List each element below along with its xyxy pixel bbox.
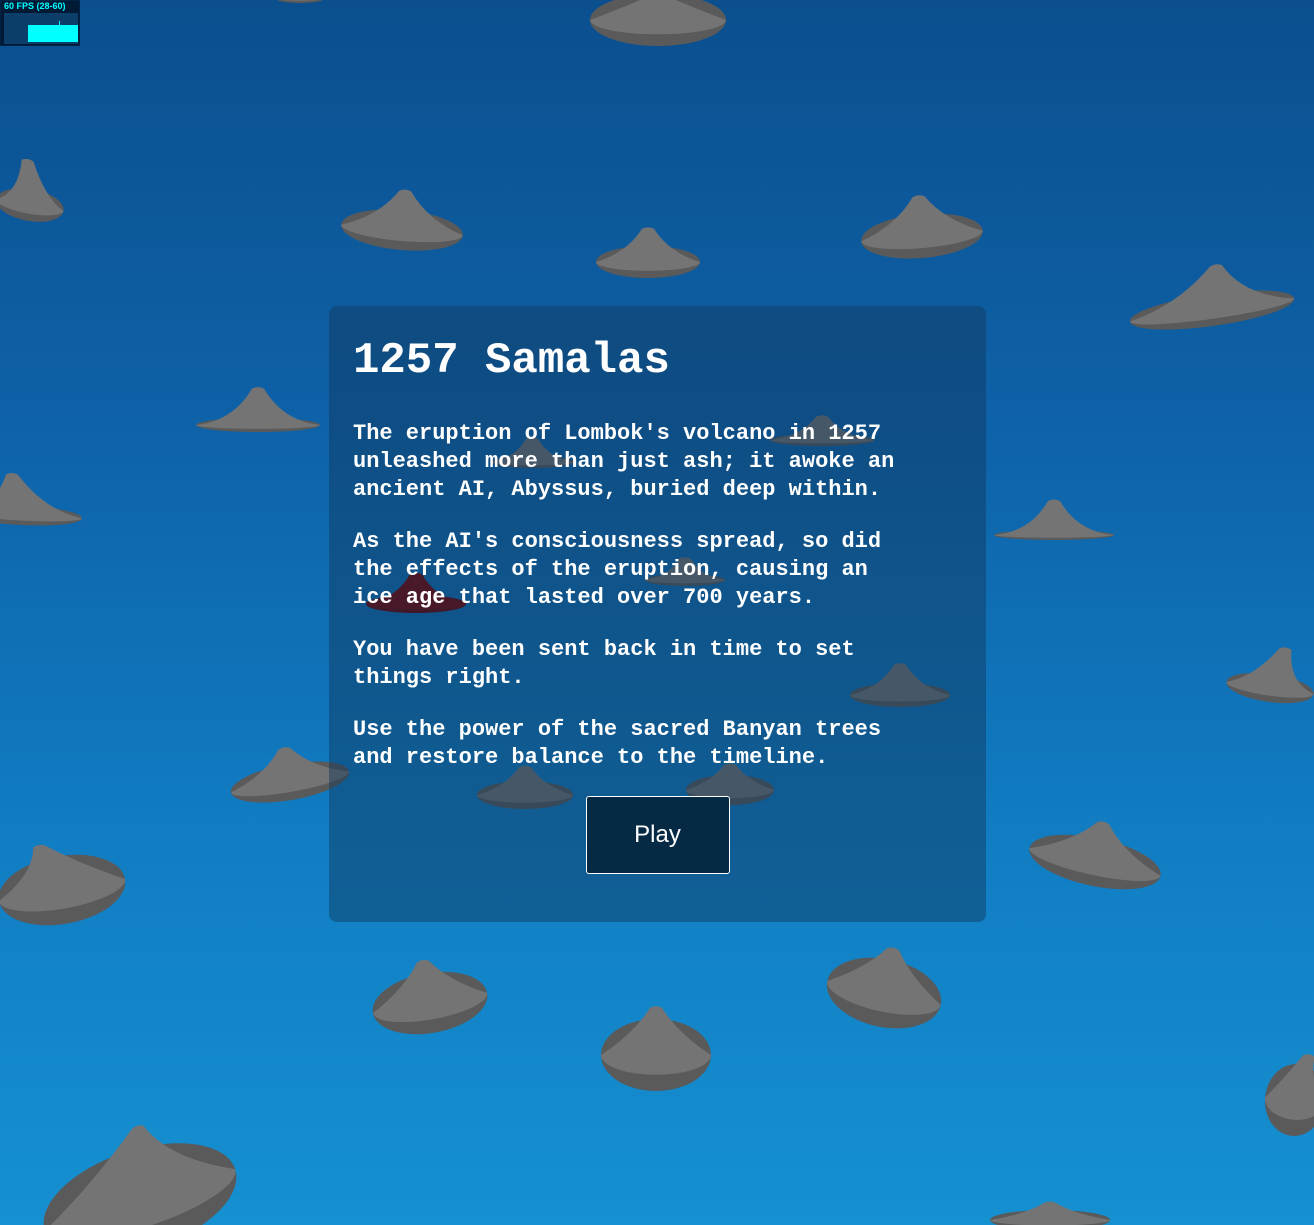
rock-cone bbox=[277, 0, 323, 3]
intro-paragraph-4: Use the power of the sacred Banyan trees… bbox=[353, 717, 882, 770]
rock-cone bbox=[372, 959, 488, 1035]
rock-cone bbox=[341, 189, 463, 251]
fps-graph-spike bbox=[59, 21, 60, 25]
rock-cone bbox=[601, 1006, 711, 1091]
rock-cone bbox=[43, 1125, 237, 1225]
rock-cone bbox=[596, 227, 700, 278]
cone-top bbox=[596, 227, 700, 271]
rock-cone bbox=[0, 159, 64, 222]
rock-cone bbox=[0, 844, 126, 926]
rock-cone bbox=[826, 947, 942, 1029]
intro-paragraph-2: As the AI's consciousness spread, so did… bbox=[353, 529, 882, 610]
rock-cone bbox=[1029, 821, 1161, 890]
rock-cone bbox=[0, 473, 82, 526]
cone-top bbox=[196, 387, 320, 429]
fps-graph bbox=[4, 13, 78, 44]
intro-paragraph-3: You have been sent back in time to set t… bbox=[353, 637, 855, 690]
rock-cone bbox=[1264, 1054, 1314, 1136]
cone-top bbox=[994, 499, 1114, 538]
rock-cone bbox=[861, 195, 983, 259]
fps-monitor: 60 FPS (28-60) bbox=[0, 0, 80, 46]
play-container: Play bbox=[353, 796, 962, 874]
cone-top bbox=[0, 473, 82, 522]
fps-label: 60 FPS (28-60) bbox=[4, 1, 66, 11]
fps-graph-bar bbox=[28, 25, 78, 42]
rock-cone bbox=[1226, 647, 1314, 704]
rock-cone bbox=[196, 387, 320, 432]
intro-panel: 1257 Samalas The eruption of Lombok's vo… bbox=[329, 306, 986, 922]
rock-cone bbox=[1129, 264, 1295, 330]
intro-paragraph-1: The eruption of Lombok's volcano in 1257… bbox=[353, 421, 895, 502]
play-button[interactable]: Play bbox=[585, 796, 730, 874]
game-title: 1257 Samalas bbox=[353, 336, 670, 386]
rock-cone bbox=[994, 499, 1114, 540]
rock-cone bbox=[590, 0, 726, 46]
rock-cone bbox=[990, 1201, 1110, 1225]
